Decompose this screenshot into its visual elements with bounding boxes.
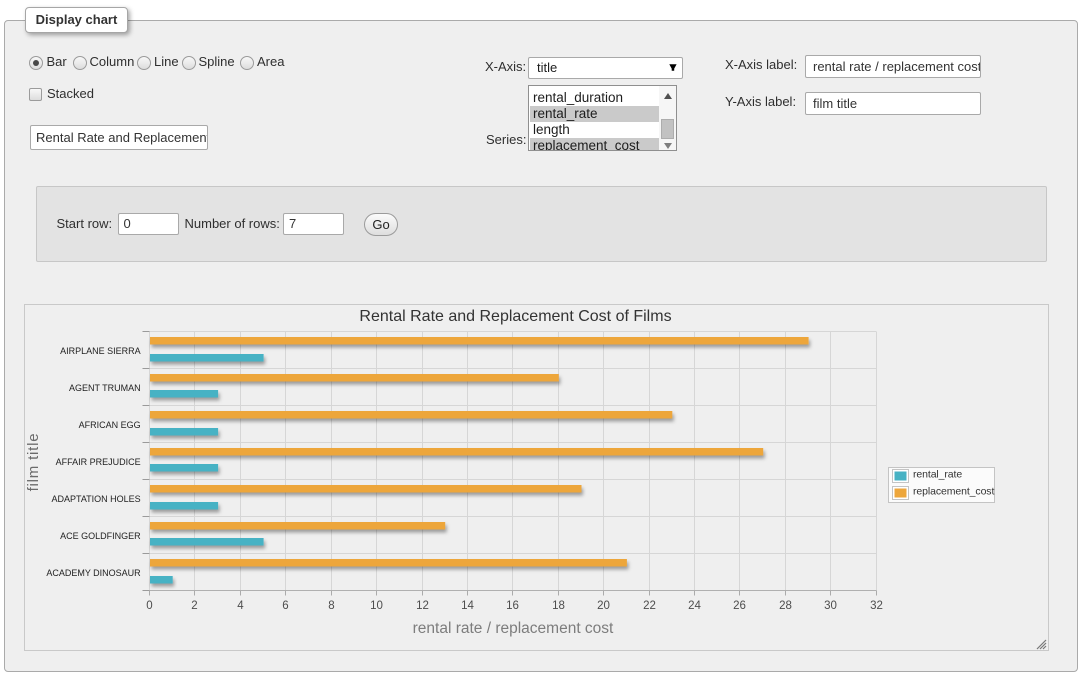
svg-text:32: 32 [870, 600, 883, 612]
svg-text:0: 0 [146, 600, 152, 612]
svg-text:24: 24 [688, 600, 701, 612]
svg-text:14: 14 [461, 600, 474, 612]
svg-text:26: 26 [733, 600, 746, 612]
svg-text:AFFAIR PREJUDICE: AFFAIR PREJUDICE [56, 457, 141, 467]
svg-text:ACE GOLDFINGER: ACE GOLDFINGER [60, 531, 141, 541]
svg-text:ADAPTATION HOLES: ADAPTATION HOLES [52, 494, 141, 504]
svg-text:AFRICAN EGG: AFRICAN EGG [79, 420, 141, 430]
svg-text:rental_rate: rental_rate [913, 469, 962, 481]
svg-text:12: 12 [416, 600, 429, 612]
svg-text:28: 28 [779, 600, 792, 612]
svg-text:22: 22 [643, 600, 656, 612]
svg-text:30: 30 [824, 600, 837, 612]
svg-text:2: 2 [191, 600, 197, 612]
svg-text:Rental Rate and Replacement Co: Rental Rate and Replacement Cost of Film… [359, 308, 671, 325]
svg-text:6: 6 [282, 600, 288, 612]
svg-text:rental rate / replacement cost: rental rate / replacement cost [413, 620, 614, 637]
svg-text:film title: film title [25, 433, 42, 492]
svg-text:10: 10 [370, 600, 383, 612]
svg-text:AGENT TRUMAN: AGENT TRUMAN [69, 383, 141, 393]
svg-text:18: 18 [552, 600, 565, 612]
svg-text:replacement_cost: replacement_cost [913, 486, 994, 498]
svg-text:AIRPLANE SIERRA: AIRPLANE SIERRA [60, 346, 141, 356]
svg-text:8: 8 [328, 600, 334, 612]
svg-text:20: 20 [597, 600, 610, 612]
svg-text:ACADEMY DINOSAUR: ACADEMY DINOSAUR [46, 568, 141, 578]
svg-text:16: 16 [506, 600, 519, 612]
svg-text:4: 4 [237, 600, 244, 612]
